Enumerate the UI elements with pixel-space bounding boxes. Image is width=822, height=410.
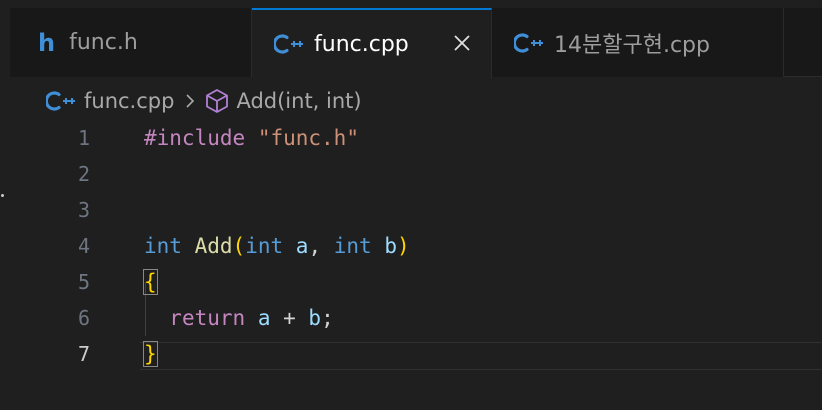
bracket-match: } [143,341,158,367]
code-line[interactable]: 6 return a + b; [10,300,822,336]
code-text: return a + b; [169,306,334,330]
cpp-file-icon [272,33,304,55]
line-number: 4 [77,234,90,258]
line-number: 1 [77,126,90,150]
tab-label: 14분할구현.cpp [554,32,710,58]
tab-label: func.h [69,30,138,55]
code-text: { [143,264,158,300]
editor-window: h func.h func.cpp 14분할구현.cpp func.cpp Ad… [0,0,822,410]
code-line[interactable]: 4 int Add(int a, int b) [10,228,822,264]
tab-14split-cpp[interactable]: 14분할구현.cpp [492,8,784,77]
line-number: 3 [77,198,90,222]
breadcrumb-symbol[interactable]: Add(int, int) [236,89,361,113]
breadcrumb-file[interactable]: func.cpp [84,89,174,113]
code-text: int Add(int a, int b) [144,234,410,258]
cpp-file-icon [512,32,544,54]
sash-dot [1,194,4,197]
code-line[interactable]: 2 [10,156,822,192]
tab-func-h[interactable]: h func.h [10,8,252,77]
bracket-match: { [143,269,158,295]
close-icon[interactable] [451,32,473,54]
h-file-icon: h [38,28,56,57]
code-text: #include "func.h" [144,126,359,150]
line-number: 2 [77,162,90,186]
cpp-file-icon[interactable] [44,90,76,112]
code-line[interactable]: 1 #include "func.h" [10,120,822,156]
code-editor[interactable]: 1 #include "func.h" 2 3 4 int Add(int a,… [10,120,822,410]
code-text: } [143,336,158,372]
activity-strip [0,0,10,410]
cube-icon [204,88,230,114]
breadcrumb: func.cpp Add(int, int) [44,84,362,118]
tab-label: func.cpp [314,31,409,57]
code-line[interactable]: 5 { [10,264,822,300]
code-line[interactable]: 7 } [10,336,822,372]
line-number: 5 [77,270,90,294]
tab-bar: h func.h func.cpp 14분할구현.cpp [10,8,822,78]
code-line[interactable]: 3 [10,192,822,228]
line-number: 7 [77,342,90,366]
chevron-right-icon [184,92,196,110]
line-number: 6 [77,306,90,330]
tab-func-cpp[interactable]: func.cpp [252,8,492,78]
